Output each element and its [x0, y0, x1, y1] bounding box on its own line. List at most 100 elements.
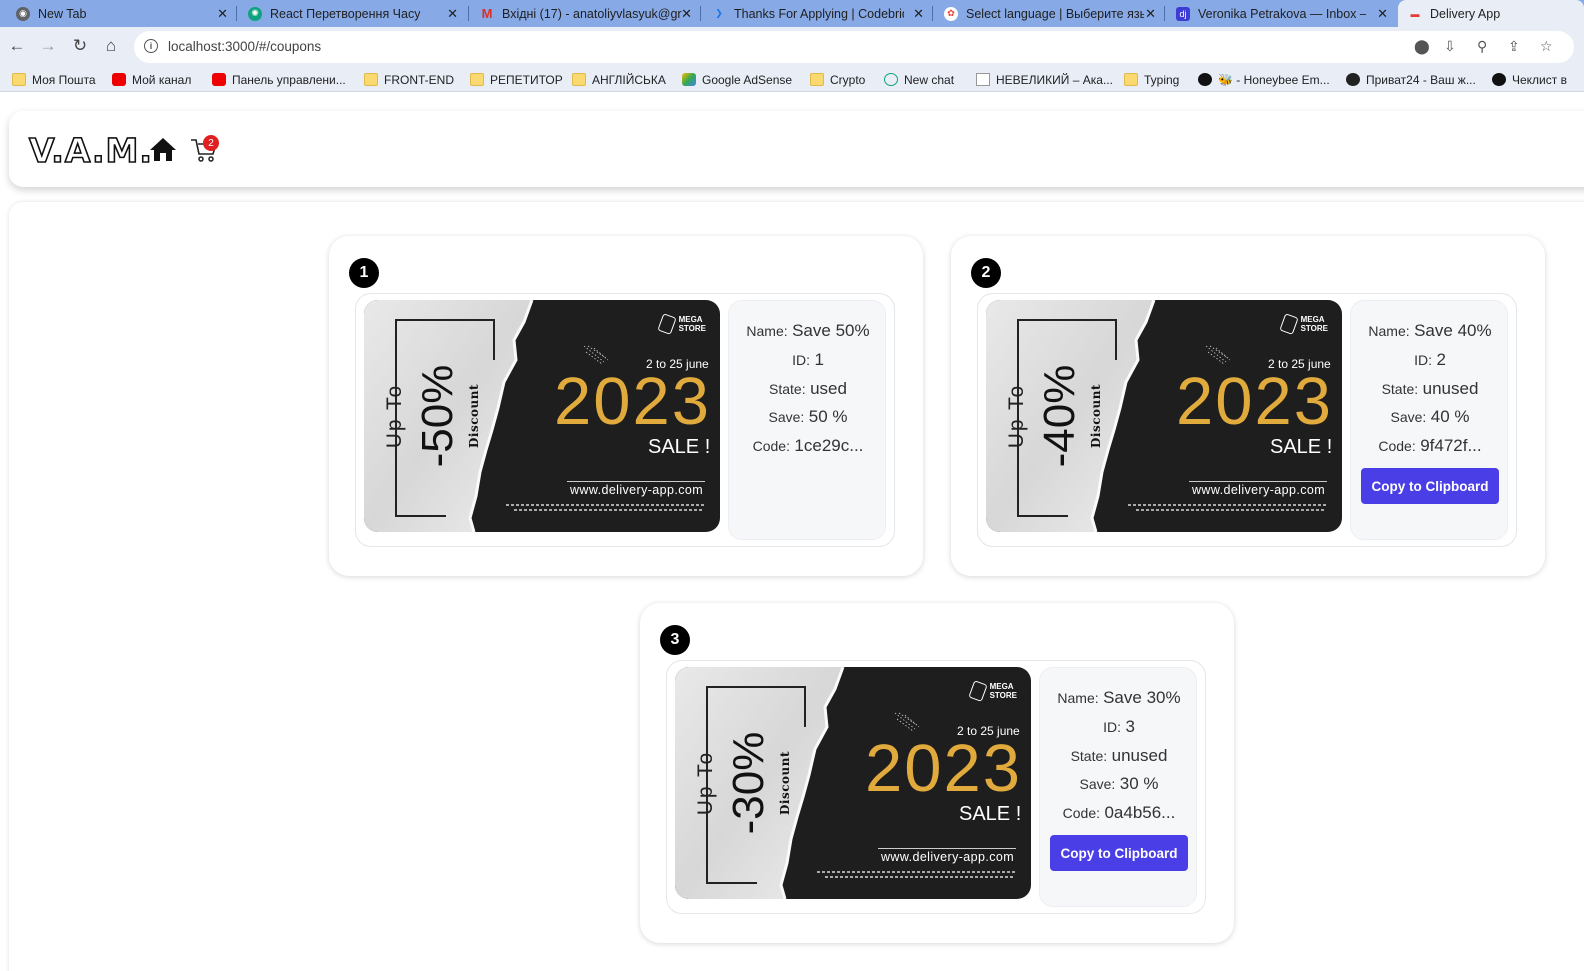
bookmark-item[interactable]: НЕВЕЛИКИЙ – Ака... [976, 71, 1113, 88]
home-icon[interactable] [149, 135, 177, 163]
coupon-card: 3 Up To -30% Discount MEGA STORE 2 to 25… [640, 603, 1234, 943]
github-icon [1492, 73, 1506, 86]
coupon-save: Save: 40 % [1390, 407, 1470, 426]
bookmark-item[interactable]: Моя Пошта [12, 71, 96, 88]
bookmark-star-icon[interactable]: ☆ [1540, 38, 1553, 55]
youtube-icon [212, 73, 226, 86]
copy-to-clipboard-button[interactable]: Copy to Clipboard [1361, 468, 1499, 504]
close-tab-icon[interactable]: ✕ [1377, 6, 1388, 22]
coupon-code: Code: 0a4b56... [1062, 803, 1176, 822]
close-tab-icon[interactable]: ✕ [447, 6, 458, 22]
sale-text: SALE ! [959, 803, 1022, 825]
gmail-icon: M [481, 6, 493, 21]
coupon-banner-image: Up To -40% Discount MEGA STORE 2 to 25 ju… [986, 300, 1342, 532]
sale-year: 2023 [865, 731, 1023, 806]
bookmark-item[interactable]: Панель управлени... [212, 71, 346, 88]
location-icon[interactable]: ⬤ [1414, 38, 1430, 55]
coupon-body: Up To -40% Discount MEGA STORE 2 to 25 ju… [977, 293, 1517, 547]
bookmark-item[interactable]: Мой канал [112, 71, 191, 88]
url-text[interactable]: localhost:3000/#/coupons [168, 39, 321, 54]
bookmark-item[interactable]: РЕПЕТИТОР [470, 71, 563, 88]
mega-store-logo: MEGA STORE [657, 313, 706, 335]
share-icon[interactable]: ⇪ [1508, 38, 1520, 55]
sale-year: 2023 [554, 364, 712, 439]
mega-store-logo: MEGA STORE [968, 680, 1017, 702]
tab-title: Вхідні (17) - anatoliyvlasyuk@gr [502, 6, 682, 21]
tab-delivery-app[interactable]: ▬ Delivery App [1398, 0, 1584, 27]
up-to-text: Up To [1005, 383, 1028, 449]
bookmark-item[interactable]: 🐝 - Honeybee Em... [1198, 71, 1330, 88]
site-url: www.delivery-app.com [881, 850, 1015, 864]
page: V.A.M. 2 1 Up To -50% Discount MEGA STOR… [0, 93, 1584, 971]
openai-icon: ✺ [248, 6, 262, 21]
bookmark-item[interactable]: FRONT-END [364, 71, 454, 88]
bookmark-item[interactable]: Typing [1124, 71, 1179, 88]
tab-react[interactable]: ✺ React Перетворення Часу ✕ [248, 0, 464, 27]
close-tab-icon[interactable]: ✕ [217, 6, 228, 22]
coupon-code: Code: 1ce29c... [752, 436, 864, 455]
tab-inbox[interactable]: dj Veronika Petrakova — Inbox — ✕ [1176, 0, 1394, 27]
adsense-icon [682, 73, 696, 86]
coupon-name: Name: Save 30% [1057, 688, 1181, 707]
tab-strip: ◉ New Tab ✕ ✺ React Перетворення Часу ✕ … [0, 0, 1584, 27]
delivery-icon: ▬ [1410, 8, 1420, 19]
youtube-icon [112, 73, 126, 86]
copy-to-clipboard-button[interactable]: Copy to Clipboard [1050, 835, 1188, 871]
coupon-banner-image: Up To -30% Discount MEGA STORE 2 to 25 ju… [675, 667, 1031, 899]
coupon-info: Name: Save 50% ID: 1 State: used Save: 5… [728, 300, 886, 540]
coupon-number-badge: 1 [349, 258, 379, 288]
bookmark-item[interactable]: Чеклист в [1492, 71, 1567, 88]
discount-word: Discount [1089, 383, 1103, 449]
djinni-icon: dj [1176, 6, 1190, 21]
close-tab-icon[interactable]: ✕ [681, 6, 692, 22]
bookmark-item[interactable]: New chat [884, 71, 954, 88]
bookmark-item[interactable]: Приват24 - Ваш ж... [1346, 71, 1476, 88]
forward-icon[interactable]: → [37, 35, 59, 57]
up-to-text: Up To [383, 383, 406, 449]
mega-store-logo: MEGA STORE [1279, 313, 1328, 335]
install-icon[interactable]: ⇩ [1444, 38, 1456, 55]
bookmark-item[interactable]: АНГЛІЙСЬКА [572, 71, 666, 88]
tab-title: Select language | Выберите язы [966, 6, 1144, 21]
coupon-info: Name: Save 30% ID: 3 State: unused Save:… [1039, 667, 1197, 907]
browser-toolbar: ← → ↻ ⌂ i localhost:3000/#/coupons ⬤ ⇩ ⚲… [0, 27, 1584, 67]
sale-text: SALE ! [648, 436, 711, 458]
discount-word: Discount [467, 383, 481, 449]
bookmark-item[interactable]: Crypto [810, 71, 865, 88]
discount-percent: -50% [413, 364, 462, 468]
tag-icon [657, 313, 677, 335]
coupon-body: Up To -50% Discount MEGA STORE 2 to 25 ju… [355, 293, 895, 547]
coupon-card: 1 Up To -50% Discount MEGA STORE 2 to 25… [329, 236, 923, 576]
tab-new-tab[interactable]: ◉ New Tab ✕ [16, 0, 234, 27]
close-tab-icon[interactable]: ✕ [913, 6, 924, 22]
info-icon[interactable]: i [144, 39, 158, 53]
tag-icon [968, 680, 988, 702]
back-icon[interactable]: ← [6, 35, 28, 57]
tab-codebridge[interactable]: ❯ Thanks For Applying | Codebridge ✕ [712, 0, 930, 27]
page-icon [976, 73, 990, 86]
folder-icon [572, 73, 586, 86]
site-header: V.A.M. 2 [9, 111, 1584, 187]
up-to-text: Up To [694, 750, 717, 816]
folder-icon [470, 73, 484, 86]
tab-title: React Перетворення Часу [270, 6, 421, 21]
coupon-state: State: unused [1381, 379, 1479, 398]
site-logo[interactable]: V.A.M. [28, 130, 153, 171]
tag-icon [1279, 313, 1299, 335]
tab-title: New Tab [38, 6, 87, 21]
folder-icon [1124, 73, 1138, 86]
reload-icon[interactable]: ↻ [69, 35, 91, 57]
coupon-id: ID: 1 [792, 350, 824, 369]
tab-select-language[interactable]: ✿ Select language | Выберите язы ✕ [944, 0, 1162, 27]
bookmark-item[interactable]: Google AdSense [682, 71, 792, 88]
zoom-icon[interactable]: ⚲ [1477, 38, 1487, 55]
coupon-id: ID: 3 [1103, 717, 1135, 736]
address-bar[interactable]: i localhost:3000/#/coupons ⬤ ⇩ ⚲ ⇪ ☆ [134, 31, 1574, 63]
coupon-name: Name: Save 50% [746, 321, 870, 340]
home-nav-icon[interactable]: ⌂ [100, 35, 122, 57]
close-tab-icon[interactable]: ✕ [1145, 6, 1156, 22]
sale-year: 2023 [1176, 364, 1334, 439]
coupon-state: State: unused [1070, 746, 1168, 765]
tab-gmail[interactable]: M Вхідні (17) - anatoliyvlasyuk@gr ✕ [480, 0, 698, 27]
openai-icon [884, 73, 898, 86]
